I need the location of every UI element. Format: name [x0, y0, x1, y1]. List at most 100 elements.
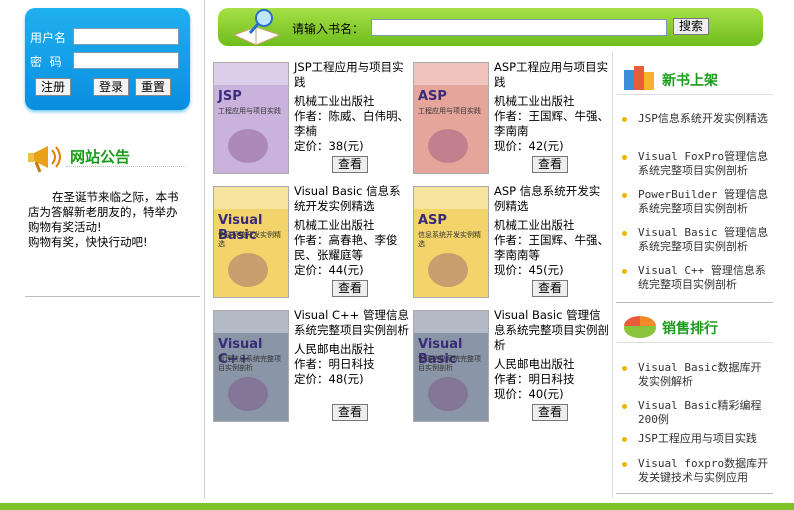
new-books-title: 新书上架	[662, 73, 718, 89]
cover-title: ASP	[418, 89, 447, 104]
book-publisher: 机械工业出版社	[294, 218, 375, 232]
login-button[interactable]: 登录	[93, 78, 130, 96]
book-author: 作者：陈威、白伟明、李楠	[294, 109, 409, 138]
book-title[interactable]: Visual C++ 管理信息系统完整项目实例剖析	[294, 308, 410, 338]
book-cover[interactable]: JSP 工程应用与项目实践	[213, 62, 289, 174]
list-bullet-icon	[622, 462, 627, 467]
book-info: Visual C++ 管理信息系统完整项目实例剖析 人民邮电出版社 作者：明日科技定…	[294, 308, 410, 387]
book-title[interactable]: ASP 信息系统开发实例精选	[494, 184, 610, 214]
list-bullet-icon	[622, 155, 627, 160]
book-publisher: 人民邮电出版社	[494, 357, 575, 371]
cover-illustration	[228, 129, 268, 163]
list-bullet-icon	[622, 366, 627, 371]
book-price: 定价：38(元)	[294, 139, 364, 153]
book-price: 定价：44(元)	[294, 263, 364, 277]
list-item[interactable]: Visual Basic精彩编程200例	[638, 399, 770, 427]
book-title[interactable]: Visual Basic 信息系统开发实例精选	[294, 184, 410, 214]
register-button[interactable]: 注册	[35, 78, 72, 96]
pie-chart-icon	[624, 316, 656, 338]
book-cover[interactable]: Visual C++ 管理信息系统完整项目实例剖析	[213, 310, 289, 422]
list-item[interactable]: JSP信息系统开发实例精选	[638, 112, 770, 126]
cover-illustration	[228, 377, 268, 411]
footer-bar	[0, 503, 794, 510]
book-info: Visual Basic 信息系统开发实例精选机械工业出版社 作者：高春艳、李俊民…	[294, 184, 410, 278]
right-column-border	[612, 52, 613, 498]
cover-illustration	[428, 129, 468, 163]
book-price: 现价：45(元)	[494, 263, 564, 277]
book-info: ASP 信息系统开发实例精选机械工业出版社 作者：王国辉、牛强、李南南等 现价：45…	[494, 184, 610, 278]
book-author: 作者：明日科技	[494, 372, 575, 386]
reset-button[interactable]: 重置	[135, 78, 172, 96]
megaphone-icon	[28, 146, 61, 173]
view-book-button[interactable]: 查看	[532, 404, 569, 421]
search-label: 请输入书名：	[292, 22, 365, 36]
cover-band	[414, 63, 488, 85]
cover-band	[214, 187, 288, 209]
search-button[interactable]: 搜索	[673, 18, 710, 35]
list-item[interactable]: Visual FoxPro管理信息系统完整项目实例剖析	[638, 150, 770, 178]
view-book-button[interactable]: 查看	[332, 156, 369, 173]
cover-subtitle: 管理信息系统完整项目实例剖析	[218, 355, 281, 372]
book-price: 现价：40(元)	[494, 387, 564, 401]
notice-title: 网站公告	[70, 148, 131, 166]
book-cover[interactable]: Visual Basic 信息系统开发实例精选	[213, 186, 289, 298]
book-publisher: 人民邮电出版社	[294, 342, 375, 356]
book-info: JSP工程应用与项目实践机械工业出版社 作者：陈威、白伟明、李楠 定价：38(元)	[294, 60, 410, 154]
view-book-button[interactable]: 查看	[532, 156, 569, 173]
book-publisher: 机械工业出版社	[494, 94, 575, 108]
book-cover[interactable]: ASP 信息系统开发实例精选	[413, 186, 489, 298]
book-title[interactable]: Visual Basic 管理信息系统完整项目实例剖析	[494, 308, 610, 353]
search-input[interactable]	[371, 19, 667, 36]
cover-band	[414, 187, 488, 209]
sales-title: 销售排行	[662, 321, 718, 337]
list-bullet-icon	[622, 437, 627, 442]
book-author: 作者：明日科技	[294, 357, 375, 371]
list-item[interactable]: Visual C++ 管理信息系统完整项目实例剖析	[638, 264, 770, 292]
list-bullet-icon	[622, 404, 627, 409]
list-item[interactable]: JSP工程应用与项目实践	[638, 432, 770, 446]
book-price: 现价：42(元)	[494, 139, 564, 153]
cover-subtitle: 信息系统开发实例精选	[418, 231, 481, 248]
list-bullet-icon	[622, 117, 627, 122]
book-publisher: 机械工业出版社	[294, 94, 375, 108]
book-info: Visual Basic 管理信息系统完整项目实例剖析人民邮电出版社 作者：明日科…	[494, 308, 610, 402]
new-books-underline	[616, 94, 773, 95]
cover-band	[214, 63, 288, 85]
cover-band	[414, 311, 488, 333]
list-item[interactable]: Visual Basic 管理信息系统完整项目实例剖析	[638, 226, 770, 254]
notice-text: 在圣诞节来临之际，本书店为答解新老朋友的，特举办购物有奖活动! 购物有奖，快快行…	[28, 190, 188, 250]
cover-subtitle: 信息系统开发实例精选	[218, 231, 281, 248]
view-book-button[interactable]: 查看	[532, 280, 569, 297]
cover-illustration	[428, 377, 468, 411]
list-item[interactable]: Visual foxpro数据库开发关键技术与实例应用	[638, 457, 770, 485]
password-input[interactable]	[73, 52, 179, 69]
list-bullet-icon	[622, 231, 627, 236]
book-search-icon	[232, 9, 282, 46]
right-divider	[616, 302, 773, 303]
username-input[interactable]	[73, 28, 179, 45]
new-books-icon	[624, 66, 654, 90]
book-title[interactable]: ASP工程应用与项目实践	[494, 60, 610, 90]
notice-line-1: 在圣诞节来临之际，本书店为答解新老朋友的，特举办购物有奖活动!	[28, 190, 179, 234]
list-item[interactable]: PowerBuilder 管理信息系统完整项目实例剖析	[638, 188, 770, 216]
view-book-button[interactable]: 查看	[332, 280, 369, 297]
book-cover[interactable]: ASP 工程应用与项目实践	[413, 62, 489, 174]
login-panel: 用户名 密 码 注册 登录 重置	[25, 8, 190, 110]
cover-subtitle: 管理信息系统完整项目实例剖析	[418, 355, 481, 372]
left-divider	[25, 296, 200, 297]
cover-illustration	[428, 253, 468, 287]
left-column-border	[204, 0, 205, 498]
book-info: ASP工程应用与项目实践 机械工业出版社 作者：王国辉、牛强、李南南 现价：42(元)	[494, 60, 610, 154]
list-item[interactable]: Visual Basic数据库开发实例解析	[638, 361, 770, 389]
username-label: 用户名	[30, 31, 67, 45]
book-cover[interactable]: Visual Basic 管理信息系统完整项目实例剖析	[413, 310, 489, 422]
book-publisher: 机械工业出版社	[494, 218, 575, 232]
list-bullet-icon	[622, 193, 627, 198]
view-book-button[interactable]: 查看	[332, 404, 369, 421]
book-author: 作者：高春艳、李俊民、张耀庭等	[294, 233, 398, 262]
right-bottom-divider	[616, 493, 773, 494]
book-title[interactable]: JSP工程应用与项目实践	[294, 60, 410, 90]
cover-band	[214, 311, 288, 333]
book-author: 作者：王国辉、牛强、李南南等	[494, 233, 609, 262]
notice-line-2: 购物有奖，快快行动吧!	[28, 235, 148, 249]
